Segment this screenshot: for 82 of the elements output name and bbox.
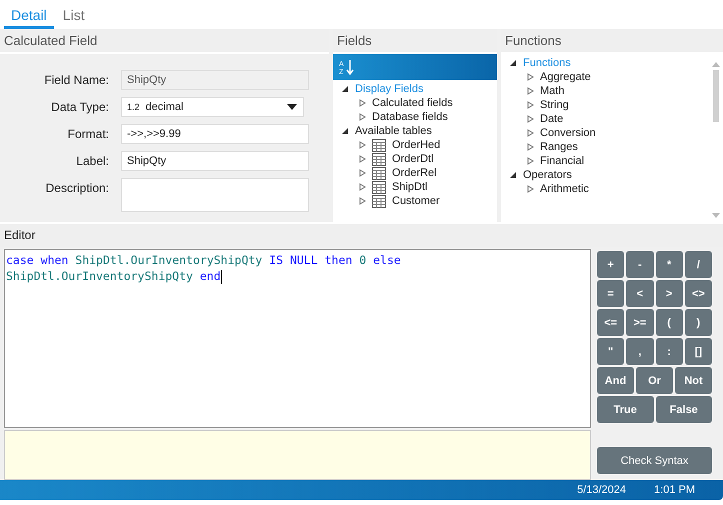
tree-item[interactable]: ShipDtl [392, 181, 428, 193]
tree-item[interactable]: OrderRel [392, 167, 437, 179]
tree-item[interactable]: Functions [523, 57, 571, 69]
field-label: Field Name: [43, 72, 110, 89]
operator-button[interactable]: = [597, 280, 624, 307]
collapsed-icon[interactable] [526, 73, 534, 81]
operator-button[interactable]: < [626, 280, 654, 307]
field-label: Format: [66, 126, 110, 143]
panel-header: Editor [0, 224, 723, 247]
scroll-thumb[interactable] [713, 70, 719, 122]
expanded-icon[interactable] [509, 59, 517, 67]
operator-button[interactable]: * [656, 251, 683, 278]
tree-item[interactable]: OrderDtl [392, 153, 434, 165]
input-field[interactable]: ShipQty [121, 70, 309, 90]
boolean-button[interactable]: True [597, 396, 654, 423]
tree-item[interactable]: String [540, 99, 569, 111]
collapsed-icon[interactable] [526, 157, 534, 165]
status-time: 1:01 PM [654, 484, 695, 496]
collapsed-icon[interactable] [358, 99, 366, 107]
operator-button[interactable]: + [597, 251, 624, 278]
tree-item[interactable]: Calculated fields [372, 97, 453, 109]
operator-button[interactable]: <= [597, 309, 624, 336]
table-icon [372, 138, 386, 152]
expanded-icon[interactable] [509, 171, 517, 179]
tree-item[interactable]: Financial [540, 155, 584, 167]
collapsed-icon[interactable] [358, 197, 366, 205]
collapsed-icon[interactable] [358, 169, 366, 177]
collapsed-icon[interactable] [358, 113, 366, 121]
tree-item[interactable]: Database fields [372, 111, 448, 123]
status-date: 5/13/2024 [577, 484, 626, 496]
tab[interactable]: List [56, 7, 92, 29]
caret-icon [287, 104, 297, 110]
operator-button[interactable]: - [626, 251, 654, 278]
logic-button[interactable]: And [597, 367, 634, 394]
collapsed-icon[interactable] [526, 101, 534, 109]
tree-item[interactable]: OrderHed [392, 139, 440, 151]
collapsed-icon[interactable] [526, 185, 534, 193]
table-icon [372, 166, 386, 180]
expanded-icon[interactable] [341, 127, 349, 135]
operator-button[interactable]: ( [656, 309, 683, 336]
field-label: Label: [75, 153, 110, 170]
collapsed-icon[interactable] [358, 183, 366, 191]
table-icon [372, 194, 386, 208]
operator-button[interactable]: " [597, 338, 624, 365]
logic-button[interactable]: Not [675, 367, 712, 394]
tree-item[interactable]: Arithmetic [540, 183, 589, 195]
collapsed-icon[interactable] [526, 115, 534, 123]
boolean-button[interactable]: False [656, 396, 712, 423]
table-icon [372, 152, 386, 166]
tree-item[interactable]: Available tables [355, 125, 432, 137]
operator-button[interactable]: > [656, 280, 683, 307]
input-field[interactable]: ShipQty [121, 151, 309, 171]
expanded-icon[interactable] [341, 85, 349, 93]
tree-item[interactable]: Customer [392, 195, 440, 207]
check-syntax-button[interactable]: Check Syntax [597, 447, 712, 474]
operator-button[interactable]: , [626, 338, 654, 365]
tree-item[interactable]: Display Fields [355, 83, 424, 95]
logic-button[interactable]: Or [636, 367, 673, 394]
collapsed-icon[interactable] [358, 141, 366, 149]
table-icon [372, 180, 386, 194]
operator-button[interactable]: >= [626, 309, 654, 336]
collapsed-icon[interactable] [526, 87, 534, 95]
operator-button[interactable]: : [656, 338, 683, 365]
operator-button[interactable]: / [684, 251, 712, 278]
textarea-field[interactable] [121, 178, 309, 212]
dropdown-field[interactable]: 1.2 decimal [121, 97, 304, 117]
collapsed-icon[interactable] [526, 129, 534, 137]
field-label: Data Type: [50, 99, 110, 116]
code-editor[interactable]: case when ShipDtl.OurInventoryShipQty IS NULL then 0 else ShipDtl.OurInventoryShipQty end [4, 249, 591, 428]
tree-item[interactable]: Operators [523, 169, 572, 181]
operator-button[interactable]: [] [684, 338, 712, 365]
field-label: Description: [44, 180, 110, 197]
tree-item[interactable]: Math [540, 85, 564, 97]
tree-item[interactable]: Ranges [540, 141, 578, 153]
tree-item[interactable]: Date [540, 113, 564, 125]
collapsed-icon[interactable] [358, 155, 366, 163]
collapsed-icon[interactable] [526, 143, 534, 151]
tree-item[interactable]: Conversion [540, 127, 596, 139]
input-field[interactable]: ->>,>>9.99 [121, 124, 309, 144]
operator-button[interactable]: ) [684, 309, 712, 336]
operator-button[interactable]: <> [684, 280, 712, 307]
tree-item[interactable]: Aggregate [540, 71, 591, 83]
